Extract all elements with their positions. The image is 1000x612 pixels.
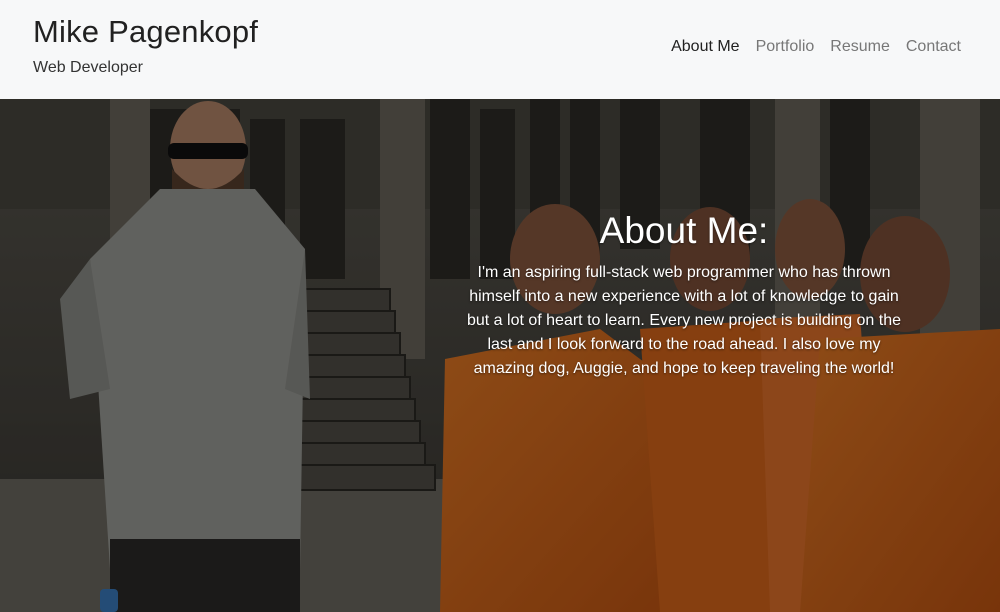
nav-link-portfolio[interactable]: Portfolio <box>756 38 815 56</box>
brand: Mike Pagenkopf Web Developer <box>33 0 258 77</box>
nav-link-about-me[interactable]: About Me <box>671 38 739 56</box>
main-nav: About Me Portfolio Resume Contact <box>671 0 967 56</box>
site-subtitle: Web Developer <box>33 59 143 76</box>
about-block: About Me: I'm an aspiring full-stack web… <box>462 209 906 381</box>
site-name[interactable]: Mike Pagenkopf <box>33 14 258 50</box>
about-text: I'm an aspiring full-stack web programme… <box>466 264 902 377</box>
navbar: Mike Pagenkopf Web Developer About Me Po… <box>0 0 1000 99</box>
hero-section: About Me: I'm an aspiring full-stack web… <box>0 99 1000 612</box>
nav-link-contact[interactable]: Contact <box>906 38 961 56</box>
nav-link-resume[interactable]: Resume <box>830 38 890 56</box>
about-title: About Me: <box>599 210 769 251</box>
